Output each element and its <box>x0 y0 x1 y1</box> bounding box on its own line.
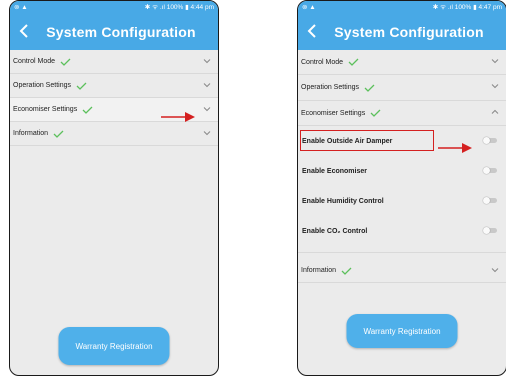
status-bar: ⊚ ▲ ✱ ᯤ .ıl 100% ▮ 4:47 pm <box>298 1 506 14</box>
option-label: Enable CO₂ Control <box>302 227 368 235</box>
title-bar: System Configuration <box>298 14 506 50</box>
section-label: Information <box>301 267 337 274</box>
section-information[interactable]: Information <box>298 259 506 283</box>
chevron-down-icon[interactable] <box>491 58 499 64</box>
status-bar: ⊚ ▲ ✱ ᯤ .ıl 100% ▮ 4:44 pm <box>10 1 218 14</box>
section-control-mode[interactable]: Control Mode <box>10 50 218 74</box>
section-operation-settings[interactable]: Operation Settings <box>10 74 218 98</box>
page-title: System Configuration <box>334 24 484 40</box>
status-icons-left: ⊚ ▲ <box>302 4 316 11</box>
status-icons-right: ✱ ᯤ .ıl 100% ▮ 4:47 pm <box>432 4 502 11</box>
warranty-registration-button[interactable]: Warranty Registration <box>346 314 458 348</box>
check-icon <box>370 109 381 117</box>
status-icons-left: ⊚ ▲ <box>14 4 28 11</box>
warranty-registration-button[interactable]: Warranty Registration <box>58 327 170 365</box>
humidity-control-toggle[interactable] <box>483 197 497 204</box>
section-label: Economiser Settings <box>301 109 366 117</box>
option-co2-control: Enable CO₂ Control <box>298 216 506 246</box>
app-bar: ⊚ ▲ ✱ ᯤ .ıl 100% ▮ 4:44 pm System Config… <box>10 1 218 50</box>
check-icon <box>341 267 352 275</box>
section-label: Operation Settings <box>13 82 71 89</box>
option-label: Enable Economiser <box>302 167 367 175</box>
annotation-arrow-left <box>161 112 195 122</box>
chevron-down-icon[interactable] <box>203 58 211 64</box>
chevron-down-icon[interactable] <box>203 82 211 88</box>
section-label: Control Mode <box>13 58 56 65</box>
option-economiser: Enable Economiser <box>298 156 506 186</box>
chevron-down-icon[interactable] <box>203 130 211 136</box>
section-label: Economiser Settings <box>13 106 78 113</box>
phone-screen-right: ⊚ ▲ ✱ ᯤ .ıl 100% ▮ 4:47 pm System Config… <box>297 0 506 376</box>
chevron-up-icon[interactable] <box>491 109 499 115</box>
check-icon <box>60 58 71 66</box>
economiser-toggle[interactable] <box>483 167 497 174</box>
section-control-mode[interactable]: Control Mode <box>298 50 506 75</box>
section-label: Operation Settings <box>301 84 359 91</box>
chevron-down-icon[interactable] <box>491 83 499 89</box>
annotation-arrow-right <box>438 143 472 153</box>
check-icon <box>82 106 93 114</box>
option-humidity-control: Enable Humidity Control <box>298 186 506 216</box>
title-bar: System Configuration <box>10 14 218 50</box>
section-label: Control Mode <box>301 58 344 66</box>
back-arrow-icon[interactable] <box>18 23 30 39</box>
outside-air-damper-toggle[interactable] <box>483 137 497 144</box>
option-outside-air-damper: Enable Outside Air Damper <box>298 126 506 156</box>
chevron-down-icon[interactable] <box>203 106 211 112</box>
phone-screen-left: ⊚ ▲ ✱ ᯤ .ıl 100% ▮ 4:44 pm System Config… <box>9 0 219 376</box>
app-bar: ⊚ ▲ ✱ ᯤ .ıl 100% ▮ 4:47 pm System Config… <box>298 1 506 50</box>
page-title: System Configuration <box>46 24 196 40</box>
section-economiser-settings[interactable]: Economiser Settings <box>298 101 506 126</box>
option-label: Enable Outside Air Damper <box>302 137 393 145</box>
section-label: Information <box>13 130 49 137</box>
section-operation-settings[interactable]: Operation Settings <box>298 75 506 101</box>
co2-control-toggle[interactable] <box>483 227 497 234</box>
section-information[interactable]: Information <box>10 122 218 146</box>
check-icon <box>364 84 375 92</box>
status-icons-right: ✱ ᯤ .ıl 100% ▮ 4:44 pm <box>144 4 214 11</box>
check-icon <box>76 82 87 90</box>
check-icon <box>348 58 359 66</box>
chevron-down-icon[interactable] <box>491 267 499 273</box>
back-arrow-icon[interactable] <box>306 23 318 39</box>
economiser-options: Enable Outside Air Damper Enable Economi… <box>298 126 506 253</box>
check-icon <box>53 130 64 138</box>
option-label: Enable Humidity Control <box>302 197 384 205</box>
